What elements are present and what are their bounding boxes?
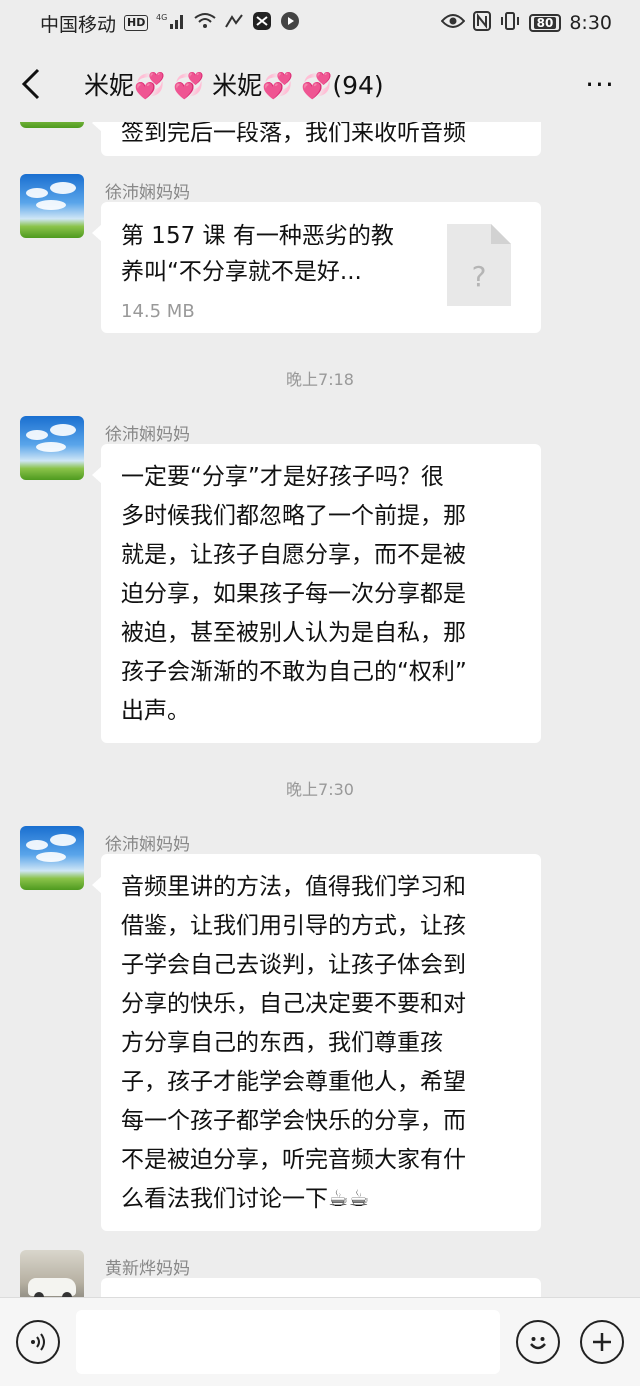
chat-title: 米妮💞 💞 米妮💞 💞(94) xyxy=(84,71,384,100)
back-button[interactable] xyxy=(20,66,56,102)
avatar[interactable] xyxy=(20,174,84,238)
clock-label: 8:30 xyxy=(569,12,612,34)
emoji-button[interactable] xyxy=(516,1320,560,1364)
voice-button[interactable] xyxy=(16,1320,60,1364)
message-bubble[interactable]: 签到完后一段落，我们来收听音频 xyxy=(92,122,541,156)
sender-name: 黄新烨妈妈 xyxy=(105,1259,190,1279)
sender-name: 徐沛娴妈妈 xyxy=(105,835,190,855)
eye-icon xyxy=(440,13,465,33)
message-line: 就是，让孩子自愿分享，而不是被 xyxy=(121,542,466,568)
message-bubble[interactable]: 音频里讲的方法，值得我们学习和 借鉴，让我们用引导的方式，让孩 子学会自己去谈判… xyxy=(92,854,541,1231)
svg-text:4G: 4G xyxy=(156,13,167,22)
message-line: 音频里讲的方法，值得我们学习和 xyxy=(121,874,466,900)
more-functions-button[interactable] xyxy=(580,1320,624,1364)
timestamp: 晚上7:18 xyxy=(286,370,354,389)
message-text: 签到完后一段落，我们来收听音频 xyxy=(121,122,466,146)
message-line: 被迫，甚至被别人认为是自私，那 xyxy=(121,620,466,646)
message-line: 借鉴，让我们用引导的方式，让孩 xyxy=(121,913,466,939)
hd-icon: HD xyxy=(124,15,149,31)
message-list[interactable]: 签到完后一段落，我们来收听音频 徐沛娴妈妈 第 157 课 有一种恶劣的教 养叫… xyxy=(0,122,640,1297)
message-line: 多时候我们都忽略了一个前提，那 xyxy=(121,503,466,529)
message-input[interactable] xyxy=(76,1310,500,1374)
voice-icon xyxy=(31,1333,45,1351)
avatar[interactable] xyxy=(20,826,84,890)
signal-icon: 4G xyxy=(156,12,186,34)
carrier-label: 中国移动 xyxy=(40,13,117,36)
input-bar xyxy=(0,1297,640,1386)
sender-name: 徐沛娴妈妈 xyxy=(105,183,190,203)
sender-name: 徐沛娴妈妈 xyxy=(105,425,190,445)
message-line: 方分享自己的东西，我们尊重孩 xyxy=(121,1030,443,1056)
chat-header: 米妮💞 💞 米妮💞 💞(94) ··· xyxy=(0,46,640,122)
message-line: 子学会自己去谈判，让孩子体会到 xyxy=(121,952,466,978)
unknown-file-icon: ? xyxy=(447,224,511,306)
avatar[interactable] xyxy=(20,1250,84,1297)
message-line: 子，孩子才能学会尊重他人，希望 xyxy=(121,1069,466,1095)
nfc-icon xyxy=(472,11,491,35)
speed-icon xyxy=(224,12,244,34)
vibrate-icon xyxy=(499,11,521,35)
file-title-line: 第 157 课 有一种恶劣的教 xyxy=(121,223,394,249)
svg-text:?: ? xyxy=(472,260,487,293)
message-bubble[interactable]: 一定要“分享”才是好孩子吗？很 多时候我们都忽略了一个前提，那 就是，让孩子自愿… xyxy=(92,444,541,743)
wifi-icon xyxy=(194,12,216,34)
media-notification-icon xyxy=(280,11,300,35)
status-bar: 中国移动 HD 4G 80 8:30 xyxy=(0,0,640,46)
message-line: 每一个孩子都学会快乐的分享，而 xyxy=(121,1108,466,1134)
plus-icon xyxy=(593,1333,611,1351)
message-line: 分享的快乐，自己决定要不要和对 xyxy=(121,991,466,1017)
message-bubble[interactable] xyxy=(101,1278,541,1297)
timestamp: 晚上7:30 xyxy=(286,780,354,799)
message-line: 孩子会渐渐的不敢为自己的“权利” xyxy=(121,659,467,685)
avatar[interactable] xyxy=(20,416,84,480)
chevron-left-icon xyxy=(21,68,40,100)
message-line: 不是被迫分享，听完音频大家有什 xyxy=(121,1147,466,1173)
file-title-line: 养叫“不分享就不是好... xyxy=(121,259,362,285)
avatar[interactable] xyxy=(20,122,84,128)
message-line: 迫分享，如果孩子每一次分享都是 xyxy=(121,581,466,607)
more-options-button[interactable]: ··· xyxy=(580,68,620,101)
app-notification-icon xyxy=(252,11,272,35)
battery-icon: 80 xyxy=(528,14,562,32)
message-line: 一定要“分享”才是好孩子吗？很 xyxy=(121,464,444,490)
message-line: 么看法我们讨论一下☕☕ xyxy=(121,1186,370,1212)
file-message-bubble[interactable]: 第 157 课 有一种恶劣的教 养叫“不分享就不是好... 14.5 MB ? xyxy=(92,202,541,333)
message-line: 出声。 xyxy=(121,698,190,724)
smiley-icon xyxy=(530,1337,546,1350)
